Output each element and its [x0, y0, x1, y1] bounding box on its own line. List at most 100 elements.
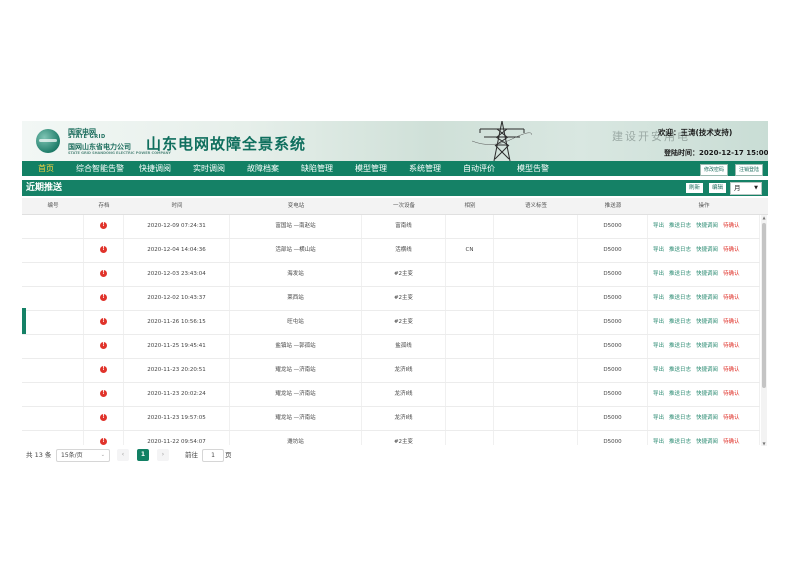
- pending-confirm-link[interactable]: 待确认: [723, 223, 740, 229]
- cell-time-text: 2020-11-23 20:02:24: [147, 391, 206, 397]
- station-name: 耀龙站 —济南站: [275, 367, 316, 373]
- quick-view-link[interactable]: 快捷调阅: [696, 223, 718, 229]
- alarm-icon[interactable]: !: [100, 246, 107, 253]
- alarm-icon[interactable]: !: [100, 270, 107, 277]
- nav-item-home[interactable]: 首页: [38, 161, 54, 176]
- total-count: 共 13 条: [26, 451, 52, 459]
- alarm-icon[interactable]: !: [100, 438, 107, 445]
- vertical-scrollbar[interactable]: ▲ ▼: [761, 215, 767, 446]
- alarm-icon[interactable]: !: [100, 390, 107, 397]
- cell-archive: !: [84, 407, 124, 430]
- page-size-select[interactable]: 15条/页 ⌄: [56, 449, 110, 462]
- goto-page-input[interactable]: 1: [202, 449, 224, 462]
- export-link[interactable]: 导出: [653, 439, 664, 445]
- push-log-link[interactable]: 推送日志: [669, 343, 691, 349]
- nav-item-fault-archive[interactable]: 故障档案: [247, 161, 279, 176]
- page-number-current[interactable]: 1: [137, 449, 149, 461]
- cell-equipment-text: 龙济Ⅰ线: [394, 415, 413, 421]
- export-link[interactable]: 导出: [653, 415, 664, 421]
- push-log-link[interactable]: 推送日志: [669, 367, 691, 373]
- alarm-icon[interactable]: !: [100, 294, 107, 301]
- table-row[interactable]: ! 2020-11-25 19:45:41 盐镇站 —郭孤站 盐孤线 D5000 导出 推送…: [22, 335, 760, 359]
- alarm-icon[interactable]: !: [100, 318, 107, 325]
- export-link[interactable]: 导出: [653, 367, 664, 373]
- table-row[interactable]: ! 2020-12-09 07:24:31 富国站 —南赵站 富南线 D5000 导出 推送…: [22, 215, 760, 239]
- push-log-link[interactable]: 推送日志: [669, 295, 691, 301]
- export-link[interactable]: 导出: [653, 319, 664, 325]
- period-select[interactable]: 月 ▼: [730, 182, 762, 195]
- table-row[interactable]: ! 2020-11-22 09:54:07 潍坊站 #2主变 D5000 导出 推送日志 快捷…: [22, 431, 760, 445]
- pending-confirm-link[interactable]: 待确认: [723, 295, 740, 301]
- cell-actions: 导出 推送日志 快捷调阅 待确认: [648, 407, 760, 430]
- push-log-link[interactable]: 推送日志: [669, 439, 691, 445]
- alarm-icon[interactable]: !: [100, 414, 107, 421]
- table-row[interactable]: ! 2020-12-03 23:43:04 海发站 #2主变 D5000 导出 推送日志 快捷…: [22, 263, 760, 287]
- export-link[interactable]: 导出: [653, 391, 664, 397]
- table-row[interactable]: ! 2020-11-23 19:57:05 耀龙站 —济南站 龙济Ⅰ线 D5000 导出推…: [22, 407, 760, 431]
- nav-item-quick-view[interactable]: 快捷调阅: [139, 161, 171, 176]
- quick-view-link[interactable]: 快捷调阅: [696, 247, 718, 253]
- alarm-icon[interactable]: !: [100, 366, 107, 373]
- table-row[interactable]: ! 2020-11-23 20:02:24 耀龙站 —济南站 龙济Ⅰ线 D5000 导出推…: [22, 383, 760, 407]
- table-row[interactable]: ! 2020-11-23 20:20:51 耀龙站 —济南站 龙济Ⅰ线 D5000 导出推…: [22, 359, 760, 383]
- edit-button[interactable]: 编辑: [709, 183, 727, 193]
- quick-view-link[interactable]: 快捷调阅: [696, 439, 718, 445]
- station-name: 耀龙站 —济南站: [275, 391, 316, 397]
- scroll-up-icon[interactable]: ▲: [761, 215, 767, 220]
- export-link[interactable]: 导出: [653, 271, 664, 277]
- nav-item-auto-eval[interactable]: 自动评价: [463, 161, 495, 176]
- cell-phase: CN: [446, 239, 494, 262]
- logout-button[interactable]: 注销登陆: [735, 164, 764, 176]
- prev-page-button[interactable]: ‹: [117, 449, 129, 461]
- quick-view-link[interactable]: 快捷调阅: [696, 319, 718, 325]
- nav-item-smart-alarm[interactable]: 综合智能告警: [76, 161, 124, 176]
- refresh-button[interactable]: 刷新: [686, 183, 704, 193]
- change-password-button[interactable]: 修改密码: [700, 164, 729, 176]
- export-link[interactable]: 导出: [653, 247, 664, 253]
- push-log-link[interactable]: 推送日志: [669, 271, 691, 277]
- quick-view-link[interactable]: 快捷调阅: [696, 343, 718, 349]
- pending-confirm-link[interactable]: 待确认: [723, 319, 740, 325]
- cell-source: D5000: [578, 335, 648, 358]
- pending-confirm-link[interactable]: 待确认: [723, 439, 740, 445]
- scroll-down-icon[interactable]: ▼: [761, 441, 767, 446]
- table-row[interactable]: ! 2020-11-26 10:56:15 旺屯站 #2主变 D5000 导出 推送日志 快捷…: [22, 311, 760, 335]
- push-log-link[interactable]: 推送日志: [669, 415, 691, 421]
- cell-semantic-tag: [494, 359, 578, 382]
- alarm-icon[interactable]: !: [100, 342, 107, 349]
- export-link[interactable]: 导出: [653, 223, 664, 229]
- export-link[interactable]: 导出: [653, 343, 664, 349]
- push-log-link[interactable]: 推送日志: [669, 319, 691, 325]
- pending-confirm-link[interactable]: 待确认: [723, 247, 740, 253]
- nav-item-realtime-view[interactable]: 实时调阅: [193, 161, 225, 176]
- quick-view-link[interactable]: 快捷调阅: [696, 391, 718, 397]
- quick-view-link[interactable]: 快捷调阅: [696, 295, 718, 301]
- nav-item-model-mgmt[interactable]: 模型管理: [355, 161, 387, 176]
- table-row[interactable]: ! 2020-12-04 14:04:36 活部站 —横山站 活横线 CN D5000 导出…: [22, 239, 760, 263]
- pending-confirm-link[interactable]: 待确认: [723, 391, 740, 397]
- pending-confirm-link[interactable]: 待确认: [723, 367, 740, 373]
- nav-item-model-alarm[interactable]: 模型告警: [517, 161, 549, 176]
- push-log-link[interactable]: 推送日志: [669, 223, 691, 229]
- side-panel-toggle[interactable]: [22, 308, 26, 334]
- pending-confirm-link[interactable]: 待确认: [723, 343, 740, 349]
- scrollbar-thumb[interactable]: [762, 223, 766, 388]
- quick-view-link[interactable]: 快捷调阅: [696, 415, 718, 421]
- nav-item-defect-mgmt[interactable]: 缺陷管理: [301, 161, 333, 176]
- nav-item-system-mgmt[interactable]: 系统管理: [409, 161, 441, 176]
- table-row[interactable]: ! 2020-12-02 10:43:37 莱西站 #2主变 D5000 导出 推送日志 快捷…: [22, 287, 760, 311]
- push-log-link[interactable]: 推送日志: [669, 391, 691, 397]
- pending-confirm-link[interactable]: 待确认: [723, 415, 740, 421]
- push-log-link[interactable]: 推送日志: [669, 247, 691, 253]
- quick-view-link[interactable]: 快捷调阅: [696, 271, 718, 277]
- alarm-icon[interactable]: !: [100, 222, 107, 229]
- pending-confirm-link[interactable]: 待确认: [723, 271, 740, 277]
- quick-view-link[interactable]: 快捷调阅: [696, 367, 718, 373]
- cell-equipment: 富南线: [362, 215, 446, 238]
- export-link[interactable]: 导出: [653, 295, 664, 301]
- next-page-button[interactable]: ›: [157, 449, 169, 461]
- cell-actions: 导出 推送日志 快捷调阅 待确认: [648, 239, 760, 262]
- cell-equipment-text: #2主变: [393, 319, 414, 325]
- table-header: 编号 存档 时间 变电站 一次设备 相别 语义标签 推送源 操作: [22, 198, 768, 215]
- cell-station: 耀龙站 —济南站: [230, 383, 362, 406]
